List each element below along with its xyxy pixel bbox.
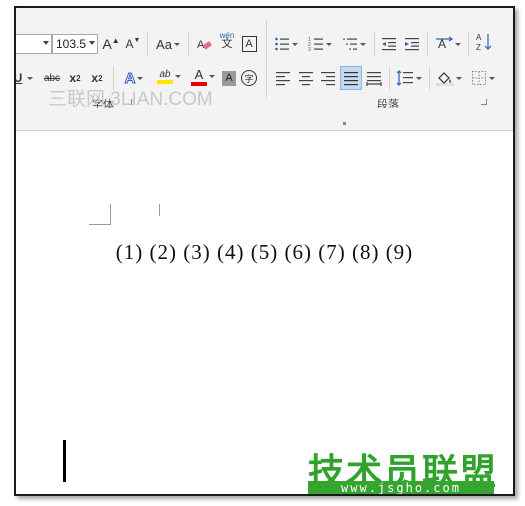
distributed-button[interactable] — [364, 68, 384, 88]
highlight-swatch — [157, 79, 173, 84]
shrink-font-icon: A — [125, 37, 134, 51]
multilevel-list-icon — [343, 38, 357, 50]
paint-bucket-icon — [436, 72, 454, 86]
highlighter-icon: ab — [159, 68, 171, 80]
subscript-icon: x — [69, 71, 77, 85]
ruler-bar — [16, 108, 513, 131]
chevron-down-icon — [292, 42, 298, 46]
divider — [188, 32, 189, 56]
character-border-icon: A — [241, 36, 257, 52]
decrease-indent-button[interactable] — [379, 34, 399, 54]
divider — [468, 32, 469, 56]
numbered-list-icon: 123 — [308, 37, 323, 52]
text-direction-icon: A — [436, 36, 453, 51]
phonetic-guide-button[interactable]: wén 文 — [216, 30, 238, 50]
grow-font-button[interactable]: A ▲ — [102, 34, 120, 54]
font-color-button[interactable]: A — [188, 66, 218, 86]
chevron-down-icon — [209, 74, 215, 78]
ruler-marker — [343, 122, 346, 125]
character-border-button[interactable]: A — [240, 34, 258, 54]
align-left-button[interactable] — [273, 68, 293, 88]
bullets-button[interactable] — [271, 34, 301, 54]
font-color-icon: A — [194, 66, 204, 82]
line-spacing-icon — [396, 70, 413, 86]
divider — [147, 32, 148, 56]
align-center-icon — [299, 72, 313, 86]
strikethrough-icon: abc — [43, 72, 61, 84]
chevron-down-icon — [360, 42, 366, 46]
borders-icon — [472, 71, 486, 85]
align-justify-icon — [344, 72, 358, 86]
svg-text:A: A — [476, 33, 482, 42]
grow-font-icon: A — [102, 36, 112, 52]
underline-dropdown[interactable] — [24, 68, 34, 88]
margin-corner-mark — [89, 204, 111, 225]
multilevel-list-button[interactable] — [339, 34, 369, 54]
highlight-color-button[interactable]: ab — [154, 66, 184, 86]
chevron-down-icon — [27, 76, 33, 80]
enclose-characters-icon: 字 — [241, 70, 257, 86]
phonetic-char: 文 — [221, 38, 233, 50]
underline-button[interactable]: U — [14, 68, 23, 88]
chevron-down-icon — [175, 74, 181, 78]
document-page[interactable]: (1) (2) (3) (4) (5) (6) (7) (8) (9) 技术员联… — [16, 131, 513, 494]
document-paragraph[interactable]: (1) (2) (3) (4) (5) (6) (7) (8) (9) — [16, 240, 513, 265]
align-right-button[interactable] — [318, 68, 338, 88]
underline-icon: U — [14, 71, 23, 85]
chevron-down-icon — [416, 76, 422, 80]
decrease-indent-icon — [382, 38, 396, 51]
svg-text:Z: Z — [476, 43, 481, 52]
bullet-list-icon — [275, 37, 289, 51]
font-name-combo[interactable] — [16, 34, 52, 54]
eraser-icon: A — [197, 39, 212, 51]
chevron-down-icon — [89, 41, 95, 45]
chevron-down-icon — [455, 42, 461, 46]
font-size-value: 103.5 — [56, 37, 87, 51]
increase-indent-icon — [405, 38, 419, 51]
text-direction-button[interactable]: A — [432, 34, 464, 54]
align-left-icon — [276, 72, 290, 86]
character-shading-button[interactable]: A — [220, 68, 238, 88]
word-window: 103.5 A ▲ A ▼ Aa A wén 文 A 123 A A Z U a… — [14, 6, 515, 496]
group-divider — [266, 20, 267, 98]
paragraph-dialog-launcher[interactable] — [481, 99, 487, 105]
numbering-button[interactable]: 123 — [305, 34, 335, 54]
font-size-combo[interactable]: 103.5 — [52, 34, 98, 54]
sort-button[interactable]: AZ — [473, 32, 495, 52]
align-center-button[interactable] — [296, 68, 316, 88]
divider — [389, 66, 390, 90]
superscript-icon: x — [91, 71, 99, 85]
logo-url: www.jsgho.com — [308, 481, 494, 494]
distributed-align-icon — [366, 72, 382, 86]
chevron-down-icon — [43, 41, 49, 45]
watermark: 三联网 3LIAN.COM — [48, 89, 213, 110]
enclose-characters-button[interactable]: 字 — [240, 68, 258, 88]
change-case-icon: Aa — [156, 36, 172, 52]
chevron-down-icon — [137, 76, 144, 80]
borders-button[interactable] — [468, 68, 498, 88]
site-logo: 技术员联盟 www.jsgho.com — [298, 443, 513, 494]
subscript-mark: 2 — [76, 73, 81, 83]
svg-text:3: 3 — [308, 47, 311, 52]
text-cursor — [63, 440, 66, 482]
character-shading-icon: A — [222, 70, 236, 86]
justify-button[interactable] — [340, 66, 362, 90]
chevron-down-icon — [489, 76, 495, 80]
chevron-down-icon — [173, 42, 180, 46]
increase-indent-button[interactable] — [402, 34, 422, 54]
shading-button[interactable] — [434, 68, 464, 88]
line-spacing-button[interactable] — [394, 68, 424, 88]
divider — [429, 66, 430, 90]
shrink-font-button[interactable]: A ▼ — [124, 34, 142, 54]
chevron-down-icon — [326, 42, 332, 46]
sort-az-icon: AZ — [476, 33, 492, 52]
divider — [374, 32, 375, 56]
change-case-button[interactable]: Aa — [152, 34, 184, 54]
divider — [427, 32, 428, 56]
superscript-mark: 2 — [98, 73, 103, 83]
chevron-down-icon — [456, 76, 462, 80]
align-right-icon — [321, 72, 335, 86]
margin-tick-mark — [159, 204, 160, 216]
clear-formatting-button[interactable]: A — [194, 34, 214, 54]
